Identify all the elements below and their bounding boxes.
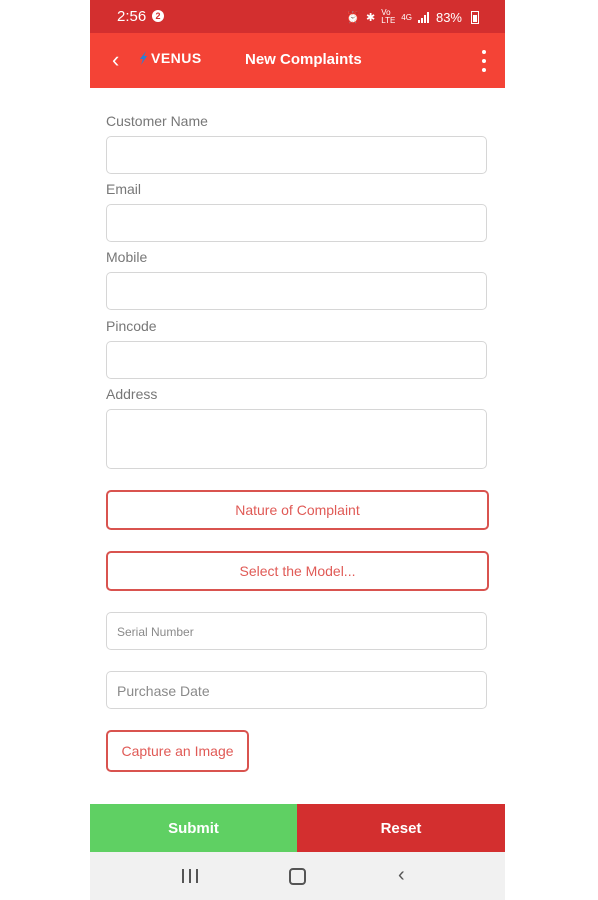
serial-number-field[interactable]: Serial Number xyxy=(106,612,487,650)
notification-badge: 2 xyxy=(152,10,164,22)
back-icon[interactable]: ‹ xyxy=(398,865,405,885)
purchase-date-field[interactable]: Purchase Date xyxy=(106,671,487,709)
venus-logo: VENUS xyxy=(138,50,202,66)
address-label: Address xyxy=(106,386,158,402)
battery-icon xyxy=(471,10,479,24)
page-title: New Complaints xyxy=(245,51,362,68)
address-field[interactable] xyxy=(106,409,487,469)
recents-bar xyxy=(182,869,184,883)
venus-logo-mark-icon xyxy=(140,51,147,65)
submit-button[interactable]: Submit xyxy=(90,804,297,852)
customer-name-field[interactable] xyxy=(106,136,487,174)
recents-icon[interactable] xyxy=(182,869,198,883)
4g-icon: 4G xyxy=(401,12,412,22)
logo-text: VENUS xyxy=(151,50,202,66)
recents-bar xyxy=(189,869,191,883)
overflow-menu-button[interactable] xyxy=(481,50,487,72)
mobile-field[interactable] xyxy=(106,272,487,310)
action-bar: Submit Reset xyxy=(90,804,505,852)
reset-button[interactable]: Reset xyxy=(297,804,505,852)
app-bar: ‹ VENUS New Complaints xyxy=(90,33,505,88)
kebab-dot xyxy=(482,68,486,72)
volte-icon: Vo LTE xyxy=(381,8,396,25)
phone-screen: 2:56 2 ⏰ ✱ Vo LTE 4G 83% ‹ VENUS New Comp… xyxy=(90,0,505,900)
system-nav-bar: ‹ xyxy=(90,852,505,900)
chevron-left-icon: ‹ xyxy=(112,47,120,72)
pincode-label: Pincode xyxy=(106,318,157,334)
battery-percent: 83% xyxy=(435,9,462,25)
bluetooth-icon: ✱ xyxy=(366,11,376,24)
mobile-label: Mobile xyxy=(106,249,148,265)
signal-icon xyxy=(417,11,430,23)
recents-bar xyxy=(196,869,198,883)
customer-name-label: Customer Name xyxy=(106,113,208,129)
kebab-menu-icon xyxy=(482,50,486,54)
alarm-icon: ⏰ xyxy=(346,11,360,24)
select-model-dropdown[interactable]: Select the Model... xyxy=(106,551,489,591)
purchase-date-placeholder: Purchase Date xyxy=(117,683,210,699)
email-label: Email xyxy=(106,181,142,197)
nature-of-complaint-select[interactable]: Nature of Complaint xyxy=(106,490,489,530)
status-bar: 2:56 2 ⏰ ✱ Vo LTE 4G 83% xyxy=(90,0,505,33)
back-button[interactable]: ‹ xyxy=(112,48,132,72)
home-icon[interactable] xyxy=(289,868,306,885)
serial-number-placeholder: Serial Number xyxy=(117,625,194,639)
status-time: 2:56 xyxy=(117,8,147,25)
status-icons: ⏰ ✱ Vo LTE 4G 83% xyxy=(346,9,479,25)
pincode-field[interactable] xyxy=(106,341,487,379)
email-field[interactable] xyxy=(106,204,487,242)
kebab-dot xyxy=(482,59,486,63)
capture-image-button[interactable]: Capture an Image xyxy=(106,730,249,772)
